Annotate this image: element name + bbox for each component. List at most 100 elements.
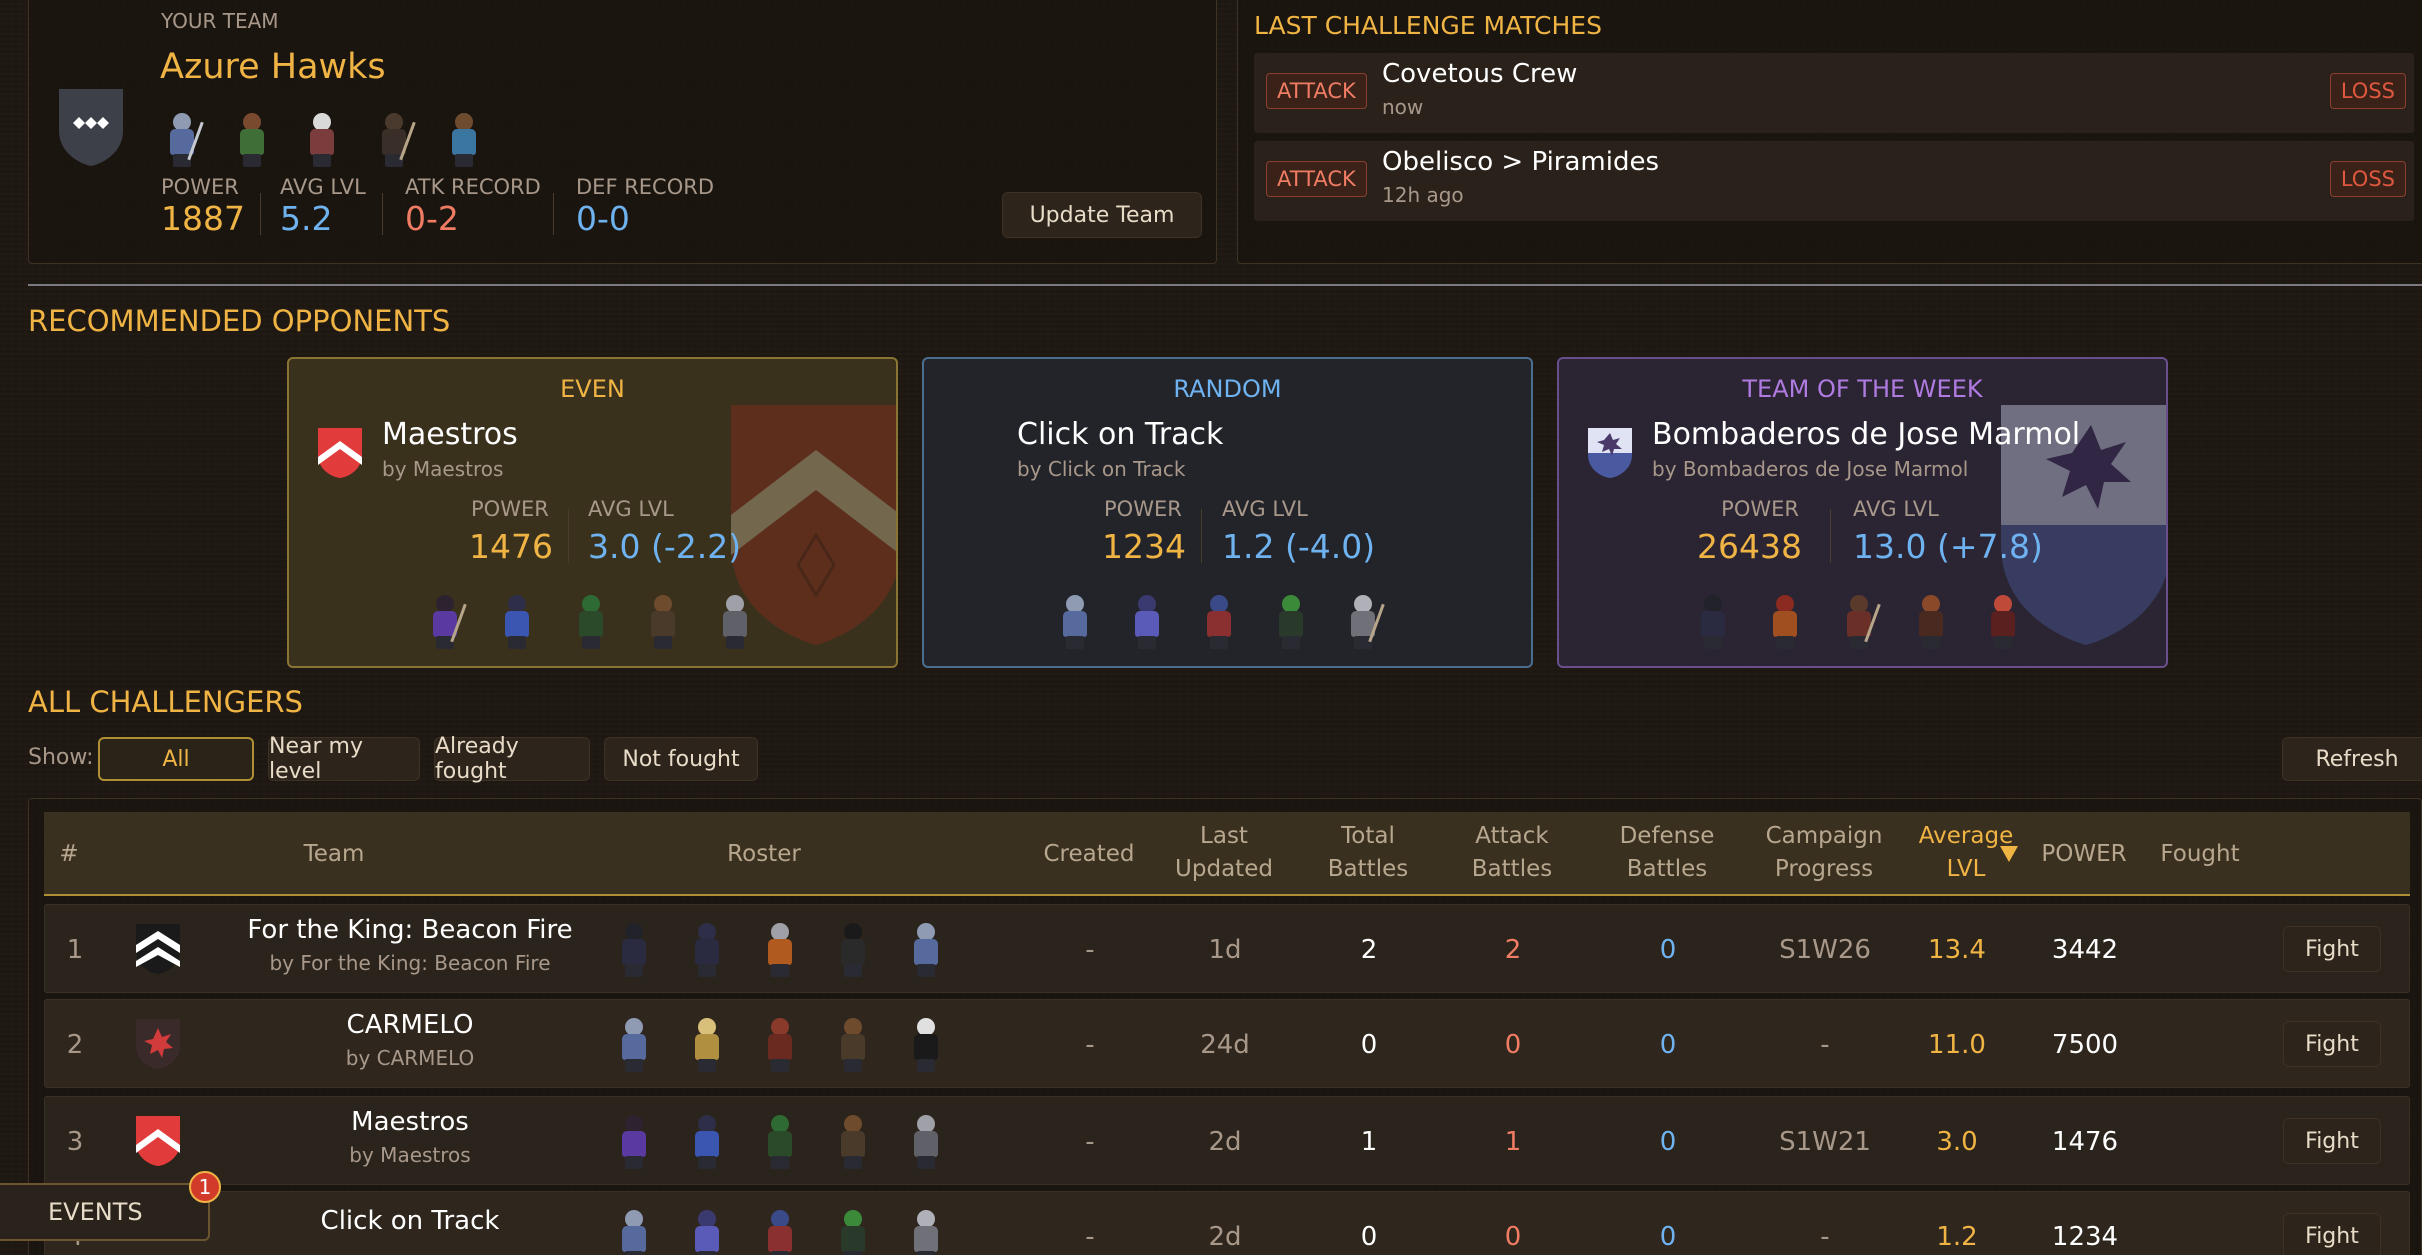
table-row[interactable]: 2 CARMELO by CARMELO - 24d 0 0 0 - 11.0 … bbox=[44, 999, 2410, 1088]
character-sprite bbox=[688, 1111, 726, 1171]
filter-already-fought-button[interactable]: Already fought bbox=[434, 734, 590, 784]
team-shield-icon bbox=[136, 1116, 180, 1166]
character-sprite bbox=[907, 1014, 945, 1074]
match-opponent-name: Covetous Crew bbox=[1382, 59, 1578, 89]
table-header: # Team Roster Created Last Updated Total… bbox=[44, 812, 2410, 896]
character-sprite bbox=[834, 1111, 872, 1171]
attack-tag: ATTACK bbox=[1266, 73, 1367, 109]
character-sprite bbox=[615, 1206, 653, 1255]
card-power-label: POWER bbox=[471, 497, 549, 521]
row-team-name[interactable]: CARMELO bbox=[205, 1010, 615, 1040]
fight-button[interactable]: Fight bbox=[2283, 1118, 2381, 1164]
character-sprite bbox=[445, 109, 483, 169]
header-fought[interactable]: Fought bbox=[2150, 838, 2250, 871]
team-shield-icon bbox=[1588, 428, 1632, 478]
your-team-roster bbox=[163, 109, 523, 173]
table-row[interactable]: 3 Maestros by Maestros - 2d 1 1 0 S1W21 … bbox=[44, 1096, 2410, 1185]
fight-button[interactable]: Fight bbox=[2283, 1213, 2381, 1255]
header-created[interactable]: Created bbox=[1034, 838, 1144, 871]
card-power-value: 1234 bbox=[1102, 527, 1186, 566]
row-roster bbox=[615, 1014, 995, 1076]
filter-near-level-button[interactable]: Near my level bbox=[268, 734, 420, 784]
team-shield-icon bbox=[59, 89, 123, 166]
card-team-by: by Click on Track bbox=[1017, 457, 1186, 481]
filter-all-button[interactable]: All bbox=[98, 737, 254, 781]
opponent-card-random[interactable]: RANDOM Click on Track by Click on Track … bbox=[922, 357, 1533, 668]
row-average-lvl: 1.2 bbox=[1936, 1221, 1978, 1252]
row-total-battles: 1 bbox=[1360, 1126, 1378, 1157]
opponent-card-even[interactable]: EVEN Maestros by Maestros POWER 1476 AVG… bbox=[287, 357, 898, 668]
header-attack-battles[interactable]: Attack Battles bbox=[1462, 820, 1562, 886]
header-num: # bbox=[59, 841, 79, 867]
match-time: 12h ago bbox=[1382, 183, 1464, 207]
avg-lvl-label: AVG LVL bbox=[280, 175, 366, 199]
row-num: 1 bbox=[66, 934, 84, 965]
header-defense-battles[interactable]: Defense Battles bbox=[1607, 820, 1727, 886]
card-kind: RANDOM bbox=[1173, 375, 1282, 403]
atk-record-stat: ATK RECORD 0-2 bbox=[405, 175, 541, 238]
your-team-label: YOUR TEAM bbox=[161, 9, 279, 33]
card-roster bbox=[1694, 591, 2054, 655]
update-team-button[interactable]: Update Team bbox=[1002, 192, 1202, 238]
character-sprite bbox=[834, 1206, 872, 1255]
fight-button[interactable]: Fight bbox=[2283, 1021, 2381, 1067]
match-item[interactable]: ATTACK Obelisco > Piramides 12h ago LOSS bbox=[1254, 141, 2414, 221]
character-sprite bbox=[615, 1014, 653, 1074]
opponent-card-team-of-week[interactable]: TEAM OF THE WEEK Bombaderos de Jose Marm… bbox=[1557, 357, 2168, 668]
row-average-lvl: 11.0 bbox=[1928, 1029, 1986, 1060]
avg-lvl-value: 5.2 bbox=[280, 199, 333, 238]
card-avg-label: AVG LVL bbox=[1222, 497, 1308, 521]
row-total-battles: 0 bbox=[1360, 1221, 1378, 1252]
card-power-value: 26438 bbox=[1697, 527, 1802, 566]
row-team-by: by CARMELO bbox=[345, 1046, 475, 1070]
row-roster bbox=[615, 1111, 995, 1173]
character-sprite bbox=[688, 1014, 726, 1074]
row-campaign-progress: S1W26 bbox=[1779, 934, 1871, 965]
row-team-name[interactable]: Click on Track bbox=[205, 1206, 615, 1236]
header-power[interactable]: POWER bbox=[2024, 838, 2144, 871]
character-sprite bbox=[761, 1111, 799, 1171]
row-attack-battles: 0 bbox=[1504, 1221, 1522, 1252]
row-average-lvl: 13.4 bbox=[1928, 934, 1986, 965]
fight-button[interactable]: Fight bbox=[2283, 926, 2381, 972]
header-total-battles[interactable]: Total Battles bbox=[1318, 820, 1418, 886]
header-campaign-progress[interactable]: Campaign Progress bbox=[1744, 820, 1904, 886]
row-power: 1476 bbox=[2051, 1126, 2119, 1157]
character-sprite bbox=[834, 919, 872, 979]
character-sprite bbox=[233, 109, 271, 169]
sort-desc-icon[interactable] bbox=[2000, 846, 2018, 862]
header-last-updated[interactable]: Last Updated bbox=[1174, 820, 1274, 886]
card-team-name: Click on Track bbox=[1017, 417, 1224, 452]
power-label: POWER bbox=[161, 175, 239, 199]
row-total-battles: 2 bbox=[1360, 934, 1378, 965]
character-sprite bbox=[303, 109, 341, 169]
events-button[interactable]: EVENTS bbox=[0, 1183, 210, 1241]
card-roster bbox=[426, 591, 786, 655]
row-roster bbox=[615, 1206, 995, 1255]
card-kind: TEAM OF THE WEEK bbox=[1742, 375, 1983, 403]
filter-not-fought-button[interactable]: Not fought bbox=[604, 737, 758, 781]
row-team-name[interactable]: Maestros bbox=[205, 1107, 615, 1137]
def-record-value: 0-0 bbox=[576, 199, 630, 238]
divider bbox=[28, 284, 2422, 286]
match-item[interactable]: ATTACK Covetous Crew now LOSS bbox=[1254, 53, 2414, 133]
card-power-value: 1476 bbox=[469, 527, 553, 566]
match-time: now bbox=[1382, 95, 1424, 119]
attack-tag: ATTACK bbox=[1266, 161, 1367, 197]
row-team-name[interactable]: For the King: Beacon Fire bbox=[205, 915, 615, 945]
row-created: - bbox=[1085, 934, 1095, 965]
row-team-by: by Maestros bbox=[349, 1143, 471, 1167]
row-defense-battles: 0 bbox=[1659, 1029, 1677, 1060]
header-team[interactable]: Team bbox=[274, 838, 394, 871]
table-row[interactable]: 4 Click on Track - 2d 0 0 0 - 1.2 1234 F… bbox=[44, 1191, 2410, 1255]
refresh-button[interactable]: Refresh bbox=[2282, 737, 2422, 781]
character-sprite bbox=[615, 919, 653, 979]
character-sprite bbox=[834, 1014, 872, 1074]
row-campaign-progress: - bbox=[1820, 1221, 1830, 1252]
character-sprite bbox=[761, 919, 799, 979]
card-power-label: POWER bbox=[1104, 497, 1182, 521]
row-campaign-progress: S1W21 bbox=[1779, 1126, 1871, 1157]
last-matches-panel: LAST CHALLENGE MATCHES ATTACK Covetous C… bbox=[1237, 0, 2422, 264]
table-row[interactable]: 1 For the King: Beacon Fire by For the K… bbox=[44, 904, 2410, 993]
row-attack-battles: 0 bbox=[1504, 1029, 1522, 1060]
